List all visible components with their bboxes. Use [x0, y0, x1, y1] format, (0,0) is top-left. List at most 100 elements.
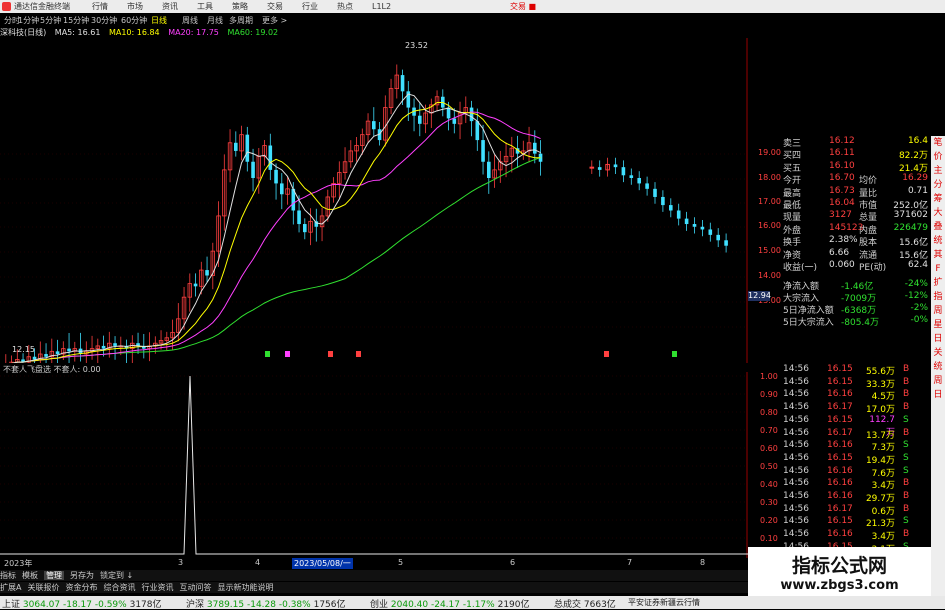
quote-label2: 流通	[859, 250, 878, 261]
period-item-6[interactable]: 日线	[151, 15, 167, 26]
flow-pct: -12%	[904, 291, 928, 301]
info-tab-6[interactable]: 显示新功能说明	[217, 583, 273, 592]
quote-label2: 量比	[859, 188, 878, 199]
side-tool-0[interactable]: 笔	[931, 136, 945, 150]
tick-volume: 13.7万	[865, 430, 895, 441]
tick-volume: 33.3万	[865, 379, 895, 390]
info-tab-0[interactable]: 扩展A	[0, 583, 21, 592]
stock-name[interactable]: 深科技(日线)	[0, 28, 46, 37]
index-0[interactable]: 上证 3064.07 -18.17 -0.59% 3178亿	[2, 597, 162, 610]
period-item-5[interactable]: 60分钟	[121, 15, 147, 26]
side-tool-18[interactable]: 日	[931, 388, 945, 402]
candle-body	[251, 161, 255, 178]
tick-row: 14:56 16.16 4.5万 B	[781, 389, 928, 402]
side-tool-6[interactable]: 叠	[931, 220, 945, 234]
indicator-tab-0[interactable]: 指标	[0, 571, 16, 580]
candle-body	[716, 234, 720, 241]
trade-button[interactable]: 交易 ■	[510, 1, 536, 12]
side-tool-16[interactable]: 统	[931, 360, 945, 374]
tick-side: S	[903, 440, 909, 451]
side-tool-12[interactable]: 周	[931, 304, 945, 318]
candlestick-chart[interactable]: 23.52 12.15	[0, 38, 748, 363]
side-tool-13[interactable]: 星	[931, 318, 945, 332]
tick-row: 14:56 16.16 3.4万 B	[781, 478, 928, 491]
indicator-grid	[0, 372, 748, 558]
tick-row: 14:56 16.16 29.7万 B	[781, 491, 928, 504]
menu-item-0[interactable]: 行情	[92, 2, 108, 11]
quote-row: 收益(一) 0.060 PE(动) 62.4	[781, 260, 928, 273]
event-marker-icon[interactable]	[265, 351, 270, 357]
tick-time: 14:56	[783, 516, 809, 527]
quote-row: 买五 16.10 21.4万	[781, 161, 928, 174]
quote-value: 16.04	[829, 198, 855, 208]
quote-label: 卖三	[783, 139, 802, 149]
index-2[interactable]: 创业 2040.40 -24.17 -1.17% 2190亿	[370, 597, 530, 610]
side-tool-3[interactable]: 分	[931, 178, 945, 192]
quote-row: 今开 16.70 均价 16.29	[781, 173, 928, 186]
side-tool-17[interactable]: 周	[931, 374, 945, 388]
side-tool-15[interactable]: 关	[931, 346, 945, 360]
period-item-7[interactable]: 周线	[182, 15, 198, 26]
menu-item-4[interactable]: 策略	[232, 2, 248, 11]
tick-price: 16.16	[827, 465, 853, 476]
period-item-9[interactable]: 多周期	[229, 15, 253, 26]
period-item-1[interactable]: 1分钟	[18, 15, 39, 26]
indicator-axis: 1.00 0.90 0.80 0.70 0.60 0.50 0.40 0.30 0.20 0.10	[748, 372, 781, 558]
indicator-tab-2[interactable]: 管理	[44, 571, 64, 580]
quote-label2: 总量	[859, 213, 878, 224]
side-tool-9[interactable]: F	[931, 262, 945, 276]
event-marker-icon[interactable]	[285, 351, 290, 357]
event-marker-icon[interactable]	[328, 351, 333, 357]
ma60-label: MA60: 19.02	[227, 28, 279, 37]
indicator-tab-4[interactable]: 锁定到 ↓	[100, 571, 133, 580]
quote-label2: 股本	[859, 238, 878, 249]
side-tool-14[interactable]: 日	[931, 332, 945, 346]
event-marker-icon[interactable]	[356, 351, 361, 357]
side-tool-7[interactable]: 统	[931, 234, 945, 248]
date-axis-tick: 5	[398, 558, 404, 567]
menu-item-7[interactable]: 热点	[337, 2, 353, 11]
indicator-chart[interactable]	[0, 372, 748, 558]
side-tool-8[interactable]: 其	[931, 248, 945, 262]
tick-row: 14:56 16.16 3.4万 B	[781, 529, 928, 542]
menu-item-3[interactable]: 工具	[197, 2, 213, 11]
tick-side: S	[903, 516, 909, 527]
side-tool-4[interactable]: 筹	[931, 192, 945, 206]
quote-row: 现量 3127 总量 371602	[781, 210, 928, 224]
period-item-4[interactable]: 30分钟	[91, 15, 117, 26]
menu-item-2[interactable]: 资讯	[162, 2, 178, 11]
quote-label: 净资	[783, 250, 802, 261]
tick-volume: 29.7万	[865, 494, 895, 504]
menu-item-1[interactable]: 市场	[127, 2, 143, 11]
indicator-tab-3[interactable]: 另存为	[70, 571, 94, 580]
index-1[interactable]: 沪深 3789.15 -14.28 -0.38% 1756亿	[186, 597, 346, 610]
info-tab-2[interactable]: 资金分布	[65, 583, 97, 592]
info-tab-3[interactable]: 综合资讯	[103, 583, 135, 592]
indicator-tab-1[interactable]: 模板	[22, 571, 38, 580]
menu-item-5[interactable]: 交易	[267, 2, 283, 11]
event-marker-icon[interactable]	[604, 351, 609, 357]
menu-item-6[interactable]: 行业	[302, 2, 318, 11]
side-tool-10[interactable]: 扩	[931, 276, 945, 290]
period-item-3[interactable]: 15分钟	[63, 15, 89, 26]
period-item-10[interactable]: 更多 >	[262, 15, 287, 26]
date-axis: 2023年 2023/05/08/一 3 4 5 6 7 8	[0, 558, 748, 569]
period-item-2[interactable]: 5分钟	[40, 15, 61, 26]
info-tab-4[interactable]: 行业资讯	[141, 583, 173, 592]
candle-body	[274, 169, 278, 184]
side-tool-1[interactable]: 价	[931, 150, 945, 164]
side-tool-2[interactable]: 主	[931, 164, 945, 178]
tick-price: 16.17	[827, 402, 853, 413]
title-bar: 通达信金融终端 行情 市场 资讯 工具 策略 交易 行业 热点 L1L2 交易 ■	[0, 0, 945, 13]
period-item-8[interactable]: 月线	[207, 15, 223, 26]
side-tool-11[interactable]: 指	[931, 290, 945, 304]
side-tool-5[interactable]: 大	[931, 206, 945, 220]
tick-time: 14:56	[783, 364, 809, 374]
ma20-label: MA20: 17.75	[168, 28, 219, 37]
event-marker-icon[interactable]	[672, 351, 677, 357]
candle-body	[452, 118, 457, 124]
indicator-axis-tick: 0.10	[760, 534, 778, 543]
info-tab-5[interactable]: 互动问答	[179, 583, 211, 592]
info-tab-1[interactable]: 关联报价	[27, 583, 59, 592]
menu-item-8[interactable]: L1L2	[372, 2, 391, 11]
